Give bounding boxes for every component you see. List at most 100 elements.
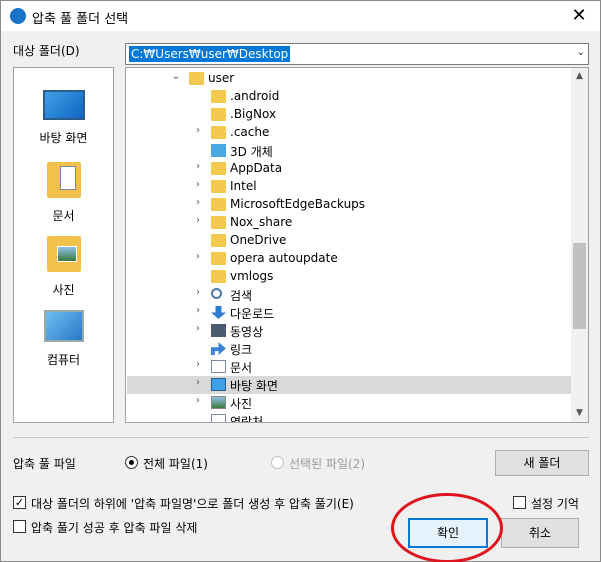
folder-icon (211, 198, 226, 211)
place-desktop[interactable]: 바탕 화면 (14, 90, 113, 146)
search-icon (211, 288, 222, 299)
tree-row[interactable]: › 검색 (127, 286, 571, 304)
create-subfolder-checkbox[interactable]: ✓ (13, 496, 26, 509)
tree-row[interactable]: .android (127, 88, 571, 106)
tree-row[interactable]: .BigNox (127, 106, 571, 124)
contacts-icon (211, 414, 226, 422)
scroll-up-icon[interactable]: ▲ (571, 68, 588, 85)
remember-settings-checkbox[interactable] (513, 496, 526, 509)
remember-settings-label[interactable]: 설정 기억 (531, 495, 579, 512)
tree-row[interactable]: vmlogs (127, 268, 571, 286)
chevron-right-icon[interactable]: › (192, 305, 204, 316)
scrollbar-thumb[interactable] (573, 243, 586, 329)
chevron-right-icon[interactable]: › (192, 377, 204, 388)
ok-button[interactable]: 확인 (408, 518, 488, 548)
tree-row-label: Nox_share (230, 215, 293, 229)
tree-row-label: 바탕 화면 (230, 379, 278, 393)
tree-row-label: 사진 (230, 397, 253, 411)
folder-icon (211, 252, 226, 265)
chevron-right-icon[interactable]: › (192, 179, 204, 190)
documents-icon (46, 162, 81, 198)
tree-row[interactable]: › Intel (127, 178, 571, 196)
place-label: 사진 (52, 283, 75, 297)
tree-row[interactable]: 3D 개체 (127, 142, 571, 160)
documents-icon (211, 360, 226, 373)
radio-all-files-label[interactable]: 전체 파일(1) (143, 455, 208, 472)
target-folder-combobox[interactable]: C:₩Users₩user₩Desktop ⌄ (125, 43, 589, 65)
tree-row-label: .android (230, 89, 280, 103)
folder-icon (211, 90, 226, 103)
folder-tree[interactable]: ⌄ user .android .BigNox › .cache 3D 개체 › AppData… (125, 67, 589, 423)
chevron-right-icon[interactable]: › (192, 359, 204, 370)
tree-row-label: 검색 (230, 289, 253, 303)
chevron-right-icon[interactable]: › (192, 161, 204, 172)
chevron-down-icon[interactable]: ⌄ (170, 71, 182, 82)
places-sidebar: 바탕 화면 문서 사진 컴퓨터 (13, 67, 114, 423)
tree-row-label: AppData (230, 161, 283, 175)
tree-row[interactable]: › AppData (127, 160, 571, 178)
tree-row[interactable]: › 다운로드 (127, 304, 571, 322)
close-button[interactable]: ✕ (564, 5, 594, 27)
tree-row-label: 링크 (230, 343, 253, 357)
delete-after-checkbox[interactable] (13, 520, 26, 533)
3d-objects-icon (211, 144, 226, 157)
chevron-right-icon[interactable]: › (192, 395, 204, 406)
cancel-button[interactable]: 취소 (501, 518, 579, 548)
tree-row-label: vmlogs (230, 269, 274, 283)
pictures-icon (46, 236, 81, 272)
tree-row[interactable]: OneDrive (127, 232, 571, 250)
downloads-icon (211, 306, 226, 319)
place-label: 컴퓨터 (46, 353, 81, 367)
chevron-down-icon[interactable]: ⌄ (577, 47, 585, 58)
tree-row[interactable]: ⌄ user (127, 70, 571, 88)
chevron-right-icon[interactable]: › (192, 215, 204, 226)
radio-selected-files[interactable] (271, 456, 284, 469)
links-icon (211, 342, 226, 355)
window-title: 압축 풀 폴더 선택 (32, 12, 129, 27)
tree-row[interactable]: › opera autoupdate (127, 250, 571, 268)
place-pictures[interactable]: 사진 (14, 236, 113, 298)
tree-row[interactable]: › MicrosoftEdgeBackups (127, 196, 571, 214)
folder-icon (211, 270, 226, 283)
tree-row[interactable]: 링크 (127, 340, 571, 358)
target-folder-label: 대상 폴더(D) (13, 44, 80, 58)
divider (13, 437, 589, 438)
folder-icon (211, 180, 226, 193)
extract-files-label: 압축 풀 파일 (13, 457, 76, 471)
extract-folder-dialog: 압축 풀 폴더 선택 ✕ 대상 폴더(D) C:₩Users₩user₩Desk… (0, 0, 601, 562)
folder-icon (211, 126, 226, 139)
place-label: 문서 (52, 209, 75, 223)
tree-row[interactable]: › 사진 (127, 394, 571, 412)
scroll-down-icon[interactable]: ▼ (571, 405, 588, 422)
place-computer[interactable]: 컴퓨터 (14, 310, 113, 368)
tree-row-label: .BigNox (230, 107, 277, 121)
radio-selected-files-label[interactable]: 선택된 파일(2) (289, 455, 365, 472)
tree-row-label: user (208, 71, 235, 85)
tree-row[interactable]: 연락처 (127, 412, 571, 422)
tree-row[interactable]: › 문서 (127, 358, 571, 376)
tree-row[interactable]: › .cache (127, 124, 571, 142)
tree-row[interactable]: › 동영상 (127, 322, 571, 340)
chevron-right-icon[interactable]: › (192, 251, 204, 262)
tree-row-label: Intel (230, 179, 257, 193)
chevron-right-icon[interactable]: › (192, 287, 204, 298)
chevron-right-icon[interactable]: › (192, 197, 204, 208)
place-label: 바탕 화면 (39, 131, 88, 145)
desktop-icon (211, 378, 226, 391)
new-folder-button[interactable]: 새 폴더 (495, 450, 589, 476)
tree-row-label: 동영상 (230, 325, 264, 339)
target-folder-path[interactable]: C:₩Users₩user₩Desktop (129, 46, 291, 62)
chevron-right-icon[interactable]: › (192, 323, 204, 334)
vertical-scrollbar[interactable]: ▲ ▼ (571, 68, 588, 422)
delete-after-label[interactable]: 압축 풀기 성공 후 압축 파일 삭제 (31, 519, 197, 536)
radio-all-files[interactable] (125, 456, 138, 469)
title-bar: 압축 풀 폴더 선택 ✕ (1, 1, 600, 31)
tree-row[interactable]: › 바탕 화면 (127, 376, 571, 394)
place-documents[interactable]: 문서 (14, 162, 113, 224)
folder-icon (211, 162, 226, 175)
create-subfolder-label[interactable]: 대상 폴더의 하위에 '압축 파일명'으로 폴더 생성 후 압축 풀기(E) (31, 495, 354, 512)
tree-row-label: MicrosoftEdgeBackups (230, 197, 366, 211)
chevron-right-icon[interactable]: › (192, 125, 204, 136)
tree-row[interactable]: › Nox_share (127, 214, 571, 232)
tree-row-label: .cache (230, 125, 270, 139)
